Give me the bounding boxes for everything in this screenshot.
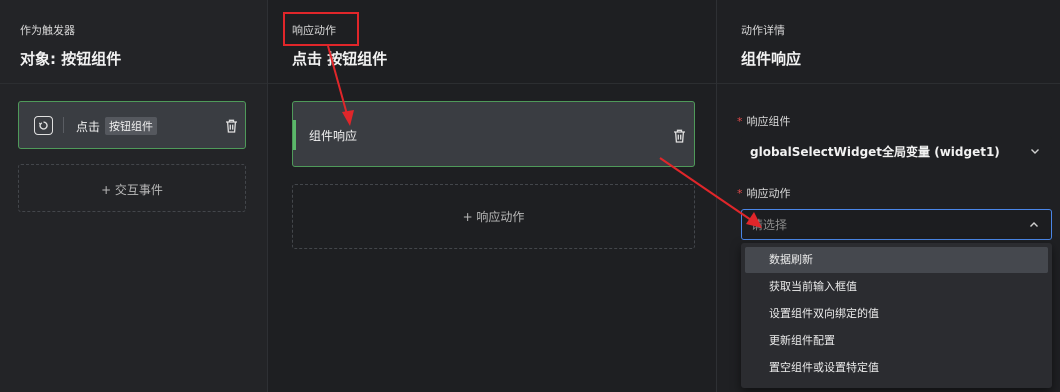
required-mark: *	[737, 115, 743, 128]
trigger-action: 点击	[76, 119, 101, 134]
divider	[717, 83, 1060, 84]
action-item-label: 组件响应	[309, 129, 358, 143]
dropdown-option[interactable]: 获取当前输入框值	[745, 274, 1048, 300]
action-item[interactable]: 组件响应	[292, 101, 695, 167]
action-panel: 响应动作 点击 按钮组件 组件响应 + 响应动作	[268, 0, 717, 392]
trigger-panel-subtitle: 作为触发器	[20, 24, 75, 37]
widget-select-value: globalSelectWidget全局变量 (widget1)	[750, 145, 1000, 159]
dropdown-option[interactable]: 设置组件双向绑定的值	[745, 301, 1048, 327]
dropdown-option[interactable]: 更新组件配置	[745, 328, 1048, 354]
action-field-label-text: 响应动作	[746, 187, 791, 200]
widget-field-label-text: 响应组件	[746, 115, 791, 128]
action-select[interactable]: 请选择	[741, 209, 1052, 240]
widget-select[interactable]: globalSelectWidget全局变量 (widget1)	[741, 136, 1052, 167]
trigger-panel-title: 对象: 按钮组件	[20, 50, 122, 68]
highlight-box	[283, 12, 359, 46]
trigger-item[interactable]: 点击 按钮组件	[18, 101, 246, 149]
dropdown-option[interactable]: 数据刷新	[745, 247, 1048, 273]
power-cycle-icon	[34, 116, 53, 135]
trigger-tag: 按钮组件	[105, 117, 158, 135]
trigger-separator	[63, 117, 64, 133]
trigger-panel: 作为触发器 对象: 按钮组件 点击 按钮组件 + 交互事件	[0, 0, 268, 392]
required-mark: *	[737, 187, 743, 200]
chevron-down-icon	[1031, 149, 1039, 154]
action-accent-bar	[293, 120, 296, 150]
add-event-button[interactable]: + 交互事件	[18, 164, 246, 212]
trash-icon[interactable]	[225, 119, 238, 133]
action-select-placeholder: 请选择	[751, 218, 788, 232]
add-action-button[interactable]: + 响应动作	[292, 184, 695, 249]
detail-panel: 动作详情 组件响应 * 响应组件 globalSelectWidget全局变量 (…	[717, 0, 1060, 392]
action-field-label: * 响应动作	[737, 185, 791, 201]
detail-panel-title: 组件响应	[741, 50, 802, 68]
divider	[0, 83, 267, 84]
action-dropdown: 数据刷新 获取当前输入框值 设置组件双向绑定的值 更新组件配置 置空组件或设置特定值	[741, 243, 1052, 388]
chevron-up-icon	[1030, 222, 1038, 227]
action-panel-title: 点击 按钮组件	[292, 50, 388, 68]
divider	[268, 83, 716, 84]
detail-panel-subtitle: 动作详情	[741, 24, 785, 37]
trash-icon[interactable]	[673, 129, 686, 143]
dropdown-option[interactable]: 置空组件或设置特定值	[745, 355, 1048, 381]
widget-field-label: * 响应组件	[737, 113, 791, 129]
trigger-text: 点击 按钮组件	[76, 117, 158, 135]
